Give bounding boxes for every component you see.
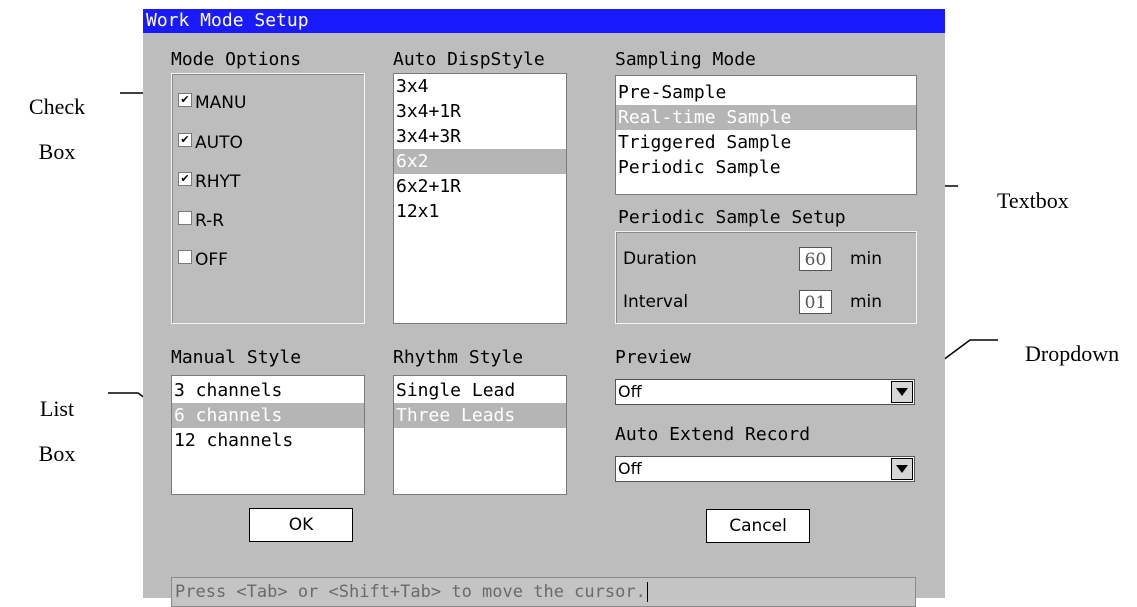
auto-disp-style-list[interactable]: 3x4 3x4+1R 3x4+3R 6x2 6x2+1R 12x1 — [393, 73, 567, 324]
checkbox-r-r[interactable]: R-R — [178, 210, 224, 232]
checkbox-r-r-box — [178, 211, 192, 225]
list-item[interactable]: Periodic Sample — [616, 155, 916, 180]
chevron-down-icon[interactable] — [891, 381, 913, 403]
duration-unit: min — [850, 249, 883, 269]
list-item[interactable]: 6x2+1R — [394, 174, 566, 199]
interval-unit: min — [850, 292, 883, 312]
status-bar: Press <Tab> or <Shift+Tab> to move the c… — [171, 577, 916, 607]
sampling-mode-list[interactable]: Pre-Sample Real-time Sample Triggered Sa… — [615, 75, 917, 195]
checkbox-manu-box: ✔ — [178, 93, 192, 107]
manual-style-list[interactable]: 3 channels 6 channels 12 channels — [171, 375, 365, 495]
preview-label: Preview — [615, 347, 691, 368]
duration-label: Duration — [623, 249, 697, 269]
auto-extend-record-label: Auto Extend Record — [615, 424, 811, 445]
mode-options-label: Mode Options — [171, 49, 302, 70]
checkbox-auto[interactable]: ✔ AUTO — [178, 132, 243, 154]
annotation-textbox: Textbox — [997, 188, 1069, 213]
status-text: Press <Tab> or <Shift+Tab> to move the c… — [175, 582, 646, 602]
list-item-selected[interactable]: 6x2 — [394, 149, 566, 174]
list-item-selected[interactable]: Real-time Sample — [616, 105, 916, 130]
sampling-mode-label: Sampling Mode — [615, 49, 756, 70]
mode-options-group: ✔ MANU ✔ AUTO ✔ RHYT R-R OFF — [171, 73, 365, 324]
checkbox-manu[interactable]: ✔ MANU — [178, 92, 246, 114]
annotation-dropdown: Dropdown — [1025, 341, 1120, 366]
periodic-sample-setup-group: Duration 60 min Interval 01 min — [615, 231, 917, 324]
list-item[interactable]: 12x1 — [394, 199, 566, 224]
checkbox-off-box — [178, 250, 192, 264]
list-item[interactable]: 3x4+1R — [394, 99, 566, 124]
annotation-check-box: Check Box — [28, 94, 86, 164]
list-item[interactable]: Single Lead — [394, 378, 566, 403]
checkbox-rhyt[interactable]: ✔ RHYT — [178, 171, 240, 193]
preview-dropdown[interactable]: Off — [615, 379, 915, 405]
list-item[interactable]: 3x4+3R — [394, 124, 566, 149]
list-item[interactable]: 3 channels — [172, 378, 364, 403]
checkbox-rhyt-box: ✔ — [178, 172, 192, 186]
auto-disp-style-label: Auto DispStyle — [393, 49, 545, 70]
auto-extend-record-dropdown[interactable]: Off — [615, 456, 915, 482]
rhythm-style-list[interactable]: Single Lead Three Leads — [393, 375, 567, 495]
list-item[interactable]: Triggered Sample — [616, 130, 916, 155]
checkbox-off[interactable]: OFF — [178, 249, 228, 271]
manual-style-label: Manual Style — [171, 347, 302, 368]
cancel-button[interactable]: Cancel — [706, 509, 810, 543]
text-cursor — [646, 582, 648, 602]
checkbox-auto-box: ✔ — [178, 133, 192, 147]
duration-textbox[interactable]: 60 — [799, 247, 832, 271]
annotation-list-box: List Box — [38, 396, 76, 466]
interval-textbox[interactable]: 01 — [799, 290, 832, 314]
list-item[interactable]: Pre-Sample — [616, 80, 916, 105]
periodic-sample-setup-label: Periodic Sample Setup — [618, 207, 846, 228]
rhythm-style-label: Rhythm Style — [393, 347, 524, 368]
interval-label: Interval — [623, 292, 689, 312]
dialog-title: Work Mode Setup — [143, 9, 945, 33]
auto-extend-record-value: Off — [618, 459, 642, 478]
preview-value: Off — [618, 382, 642, 401]
list-item[interactable]: 3x4 — [394, 74, 566, 99]
list-item-selected[interactable]: 6 channels — [172, 403, 364, 428]
list-item[interactable]: 12 channels — [172, 428, 364, 453]
work-mode-setup-dialog: Work Mode Setup Mode Options ✔ MANU ✔ AUTO… — [143, 9, 945, 607]
list-item-selected[interactable]: Three Leads — [394, 403, 566, 428]
chevron-down-icon[interactable] — [891, 458, 913, 480]
ok-button[interactable]: OK — [249, 508, 353, 542]
